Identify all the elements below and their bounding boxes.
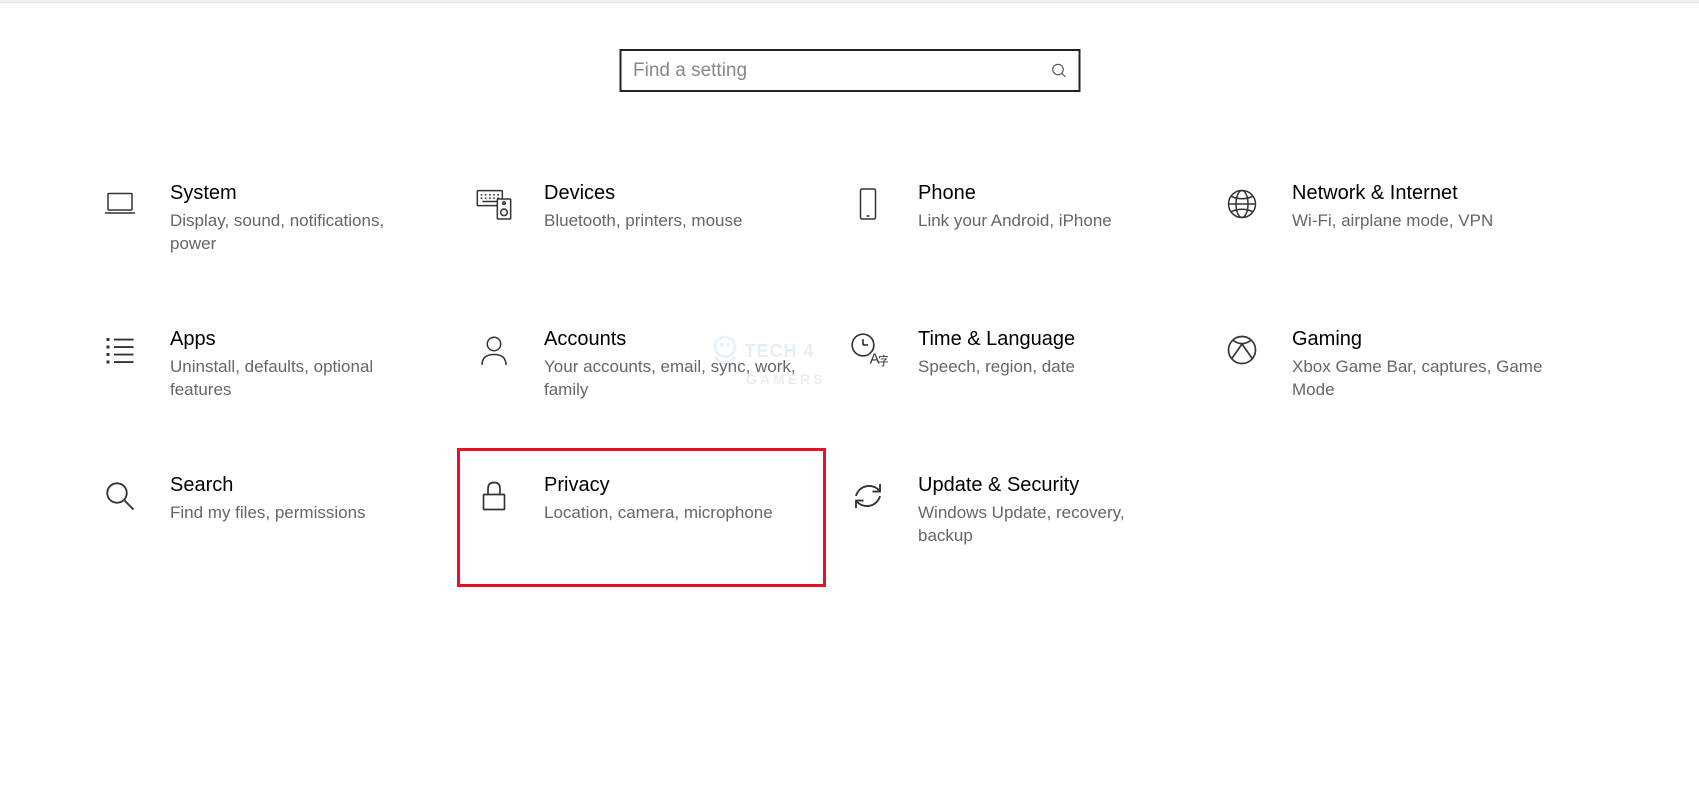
tile-devices[interactable]: Devices Bluetooth, printers, mouse [474, 182, 848, 328]
tile-title: Search [170, 474, 430, 497]
tile-desc: Link your Android, iPhone [918, 210, 1178, 233]
tile-desc: Find my files, permissions [170, 502, 430, 525]
tile-system[interactable]: System Display, sound, notifications, po… [100, 182, 474, 328]
tile-title: Time & Language [918, 328, 1178, 351]
search-input[interactable] [619, 49, 1080, 92]
tile-desc: Uninstall, defaults, optional features [170, 356, 430, 402]
globe-icon [1222, 184, 1262, 224]
tile-title: Phone [918, 182, 1178, 205]
tile-update-security[interactable]: Update & Security Windows Update, recove… [848, 474, 1222, 620]
tile-time-language[interactable]: A 字 Time & Language Speech, region, date [848, 328, 1222, 474]
tile-desc: Location, camera, microphone [544, 502, 804, 525]
window-topbar [0, 0, 1699, 3]
phone-icon [848, 184, 888, 224]
tile-desc: Display, sound, notifications, power [170, 210, 430, 256]
tile-search[interactable]: Search Find my files, permissions [100, 474, 474, 620]
xbox-icon [1222, 330, 1262, 370]
apps-list-icon [100, 330, 140, 370]
tile-title: Privacy [544, 474, 804, 497]
tile-title: Update & Security [918, 474, 1178, 497]
tile-network[interactable]: Network & Internet Wi-Fi, airplane mode,… [1222, 182, 1596, 328]
tile-title: System [170, 182, 430, 205]
tile-desc: Speech, region, date [918, 356, 1178, 379]
tile-phone[interactable]: Phone Link your Android, iPhone [848, 182, 1222, 328]
search-container [619, 49, 1080, 92]
svg-text:字: 字 [878, 354, 888, 368]
tile-title: Devices [544, 182, 804, 205]
tile-title: Gaming [1292, 328, 1552, 351]
tile-desc: Your accounts, email, sync, work, family [544, 356, 804, 402]
tile-desc: Xbox Game Bar, captures, Game Mode [1292, 356, 1552, 402]
sync-icon [848, 476, 888, 516]
tile-desc: Windows Update, recovery, backup [918, 502, 1178, 548]
time-language-icon: A 字 [848, 330, 888, 370]
magnifier-icon [100, 476, 140, 516]
settings-grid: System Display, sound, notifications, po… [100, 182, 1600, 620]
tile-title: Network & Internet [1292, 182, 1552, 205]
tile-desc: Wi-Fi, airplane mode, VPN [1292, 210, 1552, 233]
lock-icon [474, 476, 514, 516]
keyboard-speaker-icon [474, 184, 514, 224]
search-icon [1050, 62, 1068, 80]
tile-gaming[interactable]: Gaming Xbox Game Bar, captures, Game Mod… [1222, 328, 1596, 474]
tile-title: Apps [170, 328, 430, 351]
tile-desc: Bluetooth, printers, mouse [544, 210, 804, 233]
tile-title: Accounts [544, 328, 804, 351]
person-icon [474, 330, 514, 370]
tile-accounts[interactable]: Accounts Your accounts, email, sync, wor… [474, 328, 848, 474]
laptop-icon [100, 184, 140, 224]
tile-privacy[interactable]: Privacy Location, camera, microphone [474, 474, 848, 620]
tile-apps[interactable]: Apps Uninstall, defaults, optional featu… [100, 328, 474, 474]
